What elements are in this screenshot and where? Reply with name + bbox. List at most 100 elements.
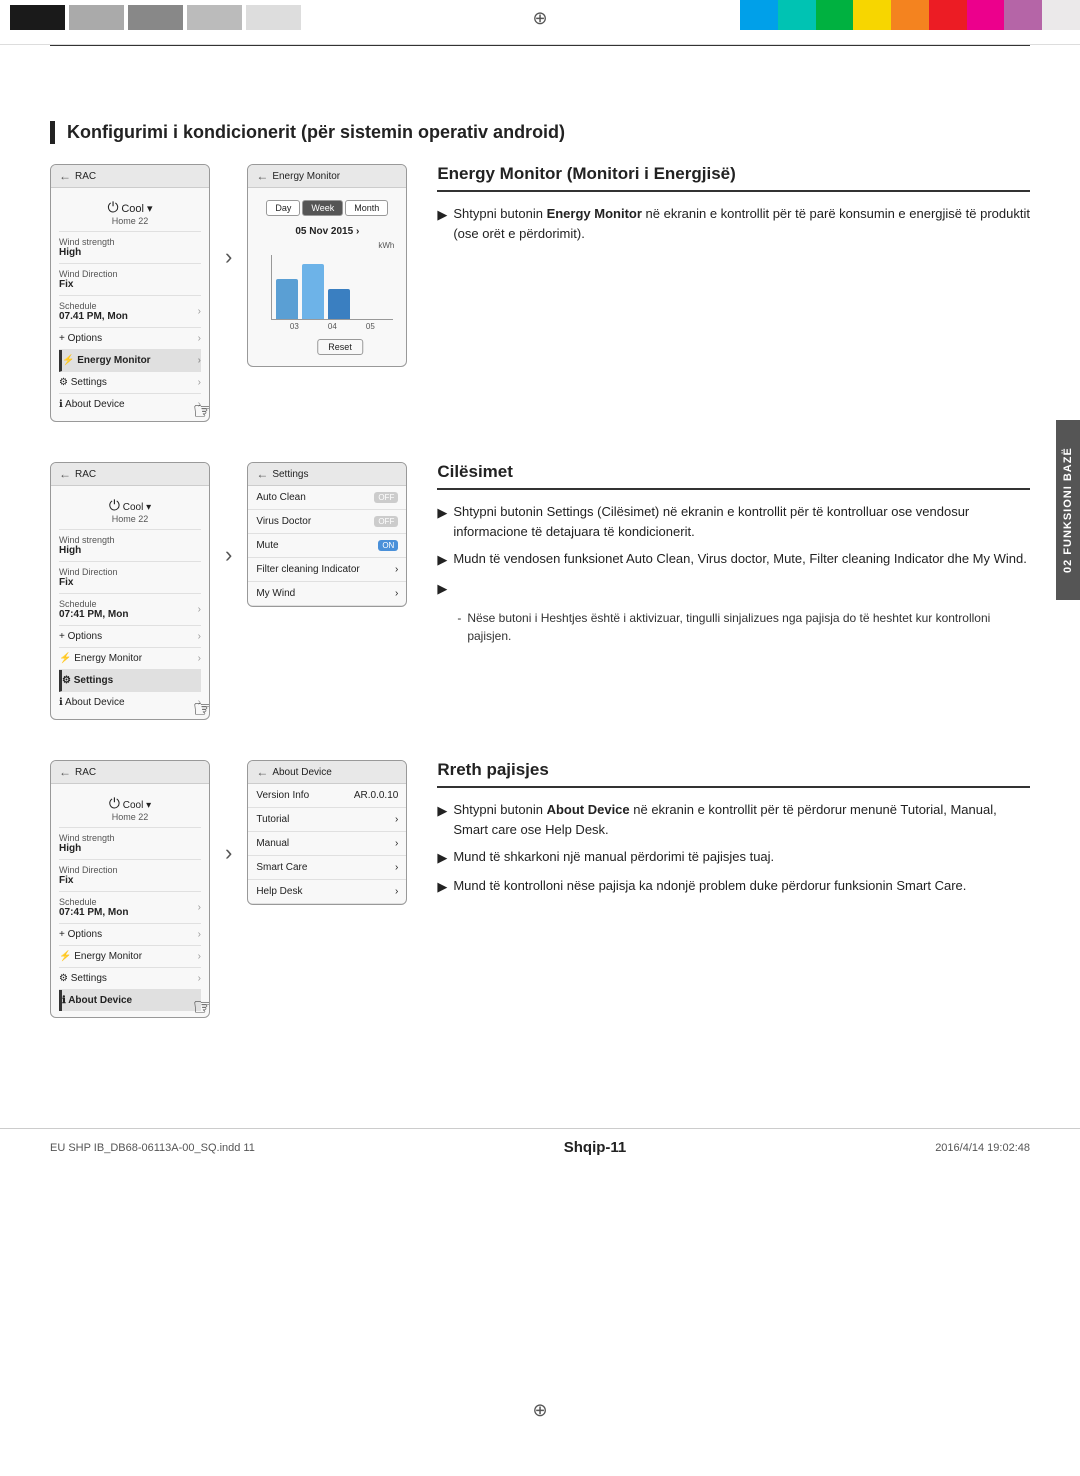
temp-2: Home 22: [59, 514, 201, 524]
settings-chevron-1: ›: [198, 377, 201, 388]
help-desk-label: Help Desk: [256, 886, 302, 897]
mute-toggle[interactable]: ON: [378, 540, 398, 551]
reset-button[interactable]: Reset: [317, 339, 363, 355]
bullet-arrow-a2: ▶: [437, 848, 447, 868]
back-arrow-1: ←: [59, 169, 71, 183]
bullet-arrow-s3: ▶: [437, 579, 447, 599]
settings-bullet-1: ▶ Shtypni butonin Settings (Cilësimet) n…: [437, 502, 1030, 541]
auto-clean-row: Auto Clean OFF: [248, 486, 406, 510]
help-desk-chevron: ›: [395, 886, 398, 897]
wind-dir-row-2: Wind Direction Fix: [59, 562, 201, 594]
right-content-settings: Cilësimet ▶ Shtypni butonin Settings (Ci…: [427, 462, 1030, 653]
mywind-chevron: ›: [395, 588, 398, 599]
options-label-1: + Options: [59, 333, 102, 344]
page-content: Konfigurimi i kondicionerit (për sistemi…: [0, 61, 1080, 1108]
schedule-row-2: Schedule 07:41 PM, Mon ›: [59, 594, 201, 626]
wind-label-2: Wind strength: [59, 535, 115, 545]
about-header: ← About Device: [248, 761, 406, 784]
phone-screens-energy: ← RAC ⏻ Cool ▾ Home 22: [50, 164, 407, 422]
side-tab: 02 FUNKSIONI BAZË: [1056, 420, 1080, 600]
energy-lbl-3: ⚡ Energy Monitor: [59, 951, 142, 962]
mode-value-3: Cool ▾: [123, 800, 151, 811]
about-bullet-text-2: Mund të shkarkoni një manual përdorimi t…: [453, 847, 774, 868]
section-about: ← RAC ⏻ Cool ▾ Home 22 Wind strength: [50, 760, 1030, 1018]
wind-val-2: High: [59, 545, 115, 556]
about-active-row: ℹ About Device: [59, 990, 201, 1011]
settings-label-1: ⚙ Settings: [59, 377, 107, 388]
energy-back: ←: [256, 169, 268, 183]
sched-value-1: 07.41 PM, Mon: [59, 311, 128, 322]
wind-strength-row-2: Wind strength High: [59, 530, 201, 562]
back-arrow-2: ←: [59, 467, 71, 481]
right-content-about: Rreth pajisjes ▶ Shtypni butonin About D…: [427, 760, 1030, 904]
power-icon-2: ⏻: [109, 497, 120, 513]
gray-swatch-3: [187, 5, 242, 30]
energy-bullet-1: ▶ Shtypni butonin Energy Monitor në ekra…: [437, 204, 1030, 243]
about-row-2: ℹ About Device ›: [59, 692, 201, 713]
rac-label-2: RAC: [75, 469, 96, 480]
opts-lbl-3: + Options: [59, 929, 102, 940]
auto-clean-toggle[interactable]: OFF: [374, 492, 398, 503]
tab-month: Month: [345, 200, 388, 216]
about-title: About Device: [272, 767, 331, 778]
energy-monitor-screen: ← Energy Monitor Day Week Month 05 Nov 2…: [247, 164, 407, 367]
sched-chev-3: ›: [198, 902, 201, 913]
gray-swatch-1: [69, 5, 124, 30]
settings-back: ←: [256, 467, 268, 481]
phone-header-2: ← RAC: [51, 463, 209, 486]
energy-bullet-text-1: Shtypni butonin Energy Monitor në ekrani…: [453, 204, 1030, 243]
wind-dir-value-1: Fix: [59, 279, 118, 290]
phone-body-3: ⏻ Cool ▾ Home 22 Wind strength High: [51, 784, 209, 1017]
virus-doctor-toggle[interactable]: OFF: [374, 516, 398, 527]
bar-3: [328, 289, 350, 319]
temp-3: Home 22: [59, 812, 201, 822]
energy-monitor-row-1: ⚡ Energy Monitor ›: [59, 350, 201, 372]
phone-screens-settings: ← RAC ⏻ Cool ▾ Home 22 Wind strength: [50, 462, 407, 720]
mode-row-2: ⏻ Cool ▾ Home 22: [59, 492, 201, 530]
wind-dir-row-3: Wind Direction Fix: [59, 860, 201, 892]
about-bullet-text-3: Mund të kontrolloni nëse pajisja ka ndon…: [453, 876, 966, 897]
tab-day: Day: [266, 200, 300, 216]
print-marks: [0, 0, 311, 35]
sched-lbl-3: Schedule: [59, 897, 128, 907]
sched-chevron-1: ›: [198, 306, 201, 317]
registration-mark-top: ⊕: [532, 8, 547, 29]
energy-chevron-1: ›: [198, 355, 201, 366]
about-bullet-list: ▶ Shtypni butonin About Device në ekrani…: [437, 800, 1030, 896]
bullet-arrow-a3: ▶: [437, 877, 447, 897]
bar-chart: 03 04 05: [256, 250, 398, 330]
hand-cursor-3: ☞: [192, 993, 210, 1018]
gray-swatch-4: [246, 5, 301, 30]
about-back: ←: [256, 765, 268, 779]
filter-label: Filter cleaning Indicator: [256, 564, 359, 575]
opts-chev-3: ›: [198, 929, 201, 940]
filter-row: Filter cleaning Indicator ›: [248, 558, 406, 582]
mode-value-2: Cool ▾: [123, 502, 151, 513]
energy-date: 05 Nov 2015 ›: [256, 222, 398, 241]
mywind-label: My Wind: [256, 588, 295, 599]
mode-value-1: Cool ▾: [121, 202, 152, 215]
gray-swatch-2: [128, 5, 183, 30]
bar-label-04: 04: [328, 322, 337, 331]
energy-row-2: ⚡ Energy Monitor ›: [59, 648, 201, 670]
options-row-1: + Options ›: [59, 328, 201, 350]
opts-row-3: + Options ›: [59, 924, 201, 946]
bullet-arrow-s2: ▶: [437, 550, 447, 570]
settings-row-1: ⚙ Settings ›: [59, 372, 201, 394]
black-swatch-1: [10, 5, 65, 30]
settings-title: Settings: [272, 469, 308, 480]
energy-title: Energy Monitor: [272, 171, 340, 182]
dir-label-2: Wind Direction: [59, 567, 118, 577]
smart-care-label: Smart Care: [256, 862, 307, 873]
settings-screen: ← Settings Auto Clean OFF Virus Doctor O…: [247, 462, 407, 607]
section-settings: ← RAC ⏻ Cool ▾ Home 22 Wind strength: [50, 462, 1030, 720]
settings-bullet-text-2: Mudn të vendosen funksionet Auto Clean, …: [453, 549, 1027, 570]
arrow-2: ›: [220, 542, 237, 568]
version-info-row: Version Info AR.0.0.10: [248, 784, 406, 808]
right-content-energy: Energy Monitor (Monitori i Energjisë) ▶ …: [427, 164, 1030, 251]
tutorial-row: Tutorial ›: [248, 808, 406, 832]
phone-screens-about: ← RAC ⏻ Cool ▾ Home 22 Wind strength: [50, 760, 407, 1018]
manual-chevron: ›: [395, 838, 398, 849]
options-row-2: + Options ›: [59, 626, 201, 648]
settings-header: ← Settings: [248, 463, 406, 486]
